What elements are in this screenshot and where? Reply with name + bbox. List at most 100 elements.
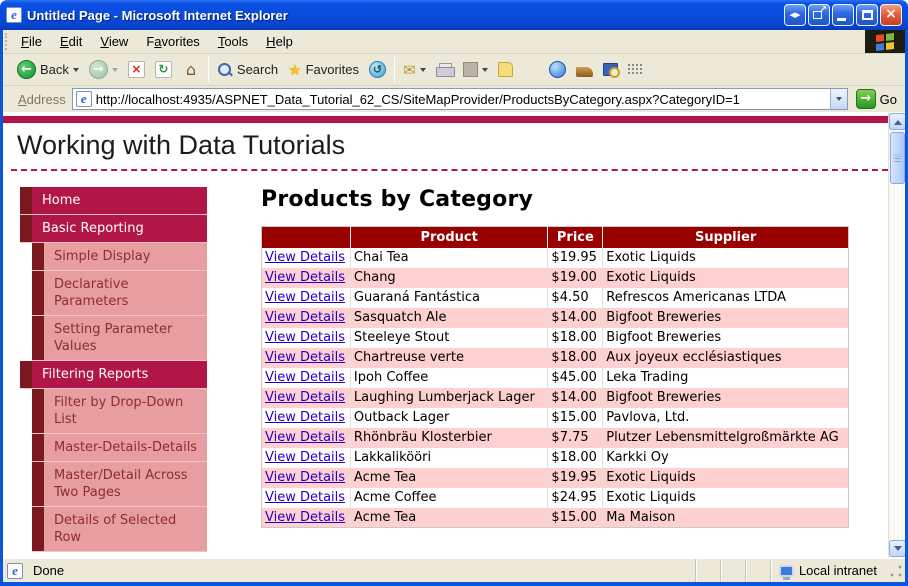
edit-dropdown-icon[interactable] — [481, 68, 488, 75]
view-details-link[interactable]: View Details — [265, 290, 345, 305]
status-pane — [744, 559, 770, 582]
view-details-link[interactable]: View Details — [265, 270, 345, 285]
main-column: Products by Category Product Price Supplie… — [261, 187, 849, 552]
menu-item-file[interactable]: File — [12, 32, 51, 51]
print-button[interactable] — [431, 61, 458, 79]
view-details-link[interactable]: View Details — [265, 510, 345, 525]
left-right-arrows-button[interactable]: ◂▸ — [784, 4, 806, 26]
maximize-button[interactable] — [856, 4, 878, 26]
edit-button[interactable] — [458, 60, 493, 79]
window-resize-grip[interactable] — [889, 563, 903, 578]
table-row: View Details Acme Tea $15.00 Ma Maison — [261, 507, 849, 528]
sidebar-item-label: Home — [32, 187, 207, 214]
menu-item-tools[interactable]: Tools — [209, 32, 257, 51]
view-details-cell: View Details — [261, 387, 351, 408]
sidebar-item-setting-parameter-values[interactable]: Setting Parameter Values — [32, 316, 207, 361]
title-bar[interactable]: e Untitled Page - Microsoft Internet Exp… — [0, 0, 908, 30]
sidebar-item-label: Declarative Parameters — [44, 271, 207, 315]
plugin-button[interactable] — [571, 61, 598, 79]
crimson-top-rule — [3, 116, 888, 123]
scroll-down-button[interactable] — [889, 540, 905, 557]
sidebar-item-accent — [32, 507, 44, 551]
back-button[interactable]: ← Back — [12, 58, 84, 81]
history-button[interactable]: ↺ — [364, 59, 391, 80]
product-cell: Steeleye Stout — [349, 327, 548, 348]
sidebar-item-details-of-selected-row[interactable]: Details of Selected Row — [32, 507, 207, 552]
view-details-link[interactable]: View Details — [265, 450, 345, 465]
menu-item-favorites[interactable]: Favorites — [137, 32, 208, 51]
url-input[interactable]: http://localhost:4935/ASPNET_Data_Tutori… — [96, 92, 830, 107]
minimize-button[interactable] — [832, 4, 854, 26]
sidebar-item-simple-display[interactable]: Simple Display — [32, 243, 207, 271]
menu-item-help[interactable]: Help — [257, 32, 302, 51]
scroll-up-button[interactable] — [889, 113, 905, 130]
go-button[interactable]: → Go — [852, 89, 901, 109]
research-book-icon — [602, 63, 620, 78]
status-text: Done — [33, 563, 65, 578]
view-details-link[interactable]: View Details — [265, 250, 345, 265]
sidebar-item-master-details-details[interactable]: Master-Details-Details — [32, 434, 207, 462]
view-details-cell: View Details — [261, 307, 351, 328]
view-details-cell: View Details — [261, 427, 351, 448]
two-column-layout: Home Basic Reporting Simple Display Declara… — [15, 187, 888, 552]
view-details-link[interactable]: View Details — [265, 390, 345, 405]
product-cell: Acme Coffee — [349, 487, 548, 508]
product-cell: Sasquatch Ale — [349, 307, 548, 328]
forward-button[interactable]: → — [84, 58, 123, 81]
stop-button[interactable]: × — [123, 59, 150, 80]
menu-item-view[interactable]: View — [91, 32, 137, 51]
sidebar-item-label: Filter by Drop-Down List — [44, 389, 207, 433]
sidebar-item-master-detail-across-two-pages[interactable]: Master/Detail Across Two Pages — [32, 462, 207, 507]
close-button[interactable]: × — [880, 4, 902, 26]
dotted-grid-icon — [627, 64, 643, 75]
sidebar-item-label: Setting Parameter Values — [44, 316, 207, 360]
address-dropdown-icon — [835, 97, 842, 104]
view-details-cell: View Details — [261, 347, 351, 368]
mail-icon: ✉ — [403, 60, 416, 79]
view-details-link[interactable]: View Details — [265, 490, 345, 505]
address-dropdown-button[interactable] — [829, 89, 847, 109]
product-cell: Chai Tea — [349, 247, 548, 268]
sidebar-item-accent — [32, 434, 44, 461]
mail-dropdown-icon[interactable] — [419, 68, 426, 75]
supplier-cell: Aux joyeux ecclésiastiques — [602, 347, 849, 368]
view-details-link[interactable]: View Details — [265, 310, 345, 325]
sidebar-item-declarative-parameters[interactable]: Declarative Parameters — [32, 271, 207, 316]
sidebar-item-basic-reporting[interactable]: Basic Reporting — [20, 215, 207, 243]
menu-item-edit[interactable]: Edit — [51, 32, 91, 51]
view-details-link[interactable]: View Details — [265, 470, 345, 485]
sidebar-item-label: Details of Selected Row — [44, 507, 207, 551]
home-button[interactable]: ⌂ — [177, 59, 205, 80]
window-popout-button[interactable]: ↗ — [808, 4, 830, 26]
vertical-scrollbar[interactable] — [888, 112, 905, 558]
view-details-link[interactable]: View Details — [265, 370, 345, 385]
favorites-button[interactable]: ★ Favorites — [283, 60, 364, 80]
menubar-drag-handle[interactable] — [5, 33, 10, 50]
table-row: View Details Chang $19.00 Exotic Liquids — [261, 267, 849, 288]
search-button[interactable]: Search — [212, 60, 283, 80]
view-details-link[interactable]: View Details — [265, 430, 345, 445]
address-field[interactable]: e http://localhost:4935/ASPNET_Data_Tuto… — [71, 88, 848, 110]
discuss-button[interactable] — [493, 60, 518, 79]
refresh-button[interactable]: ↻ — [150, 59, 177, 80]
sidebar-item-home[interactable]: Home — [20, 187, 207, 215]
scroll-up-icon — [893, 116, 902, 125]
view-details-link[interactable]: View Details — [265, 350, 345, 365]
messenger-button[interactable] — [544, 59, 571, 80]
view-details-link[interactable]: View Details — [265, 330, 345, 345]
sidebar-item-filtering-reports[interactable]: Filtering Reports — [20, 361, 207, 389]
view-details-link[interactable]: View Details — [265, 410, 345, 425]
product-cell: Acme Tea — [349, 507, 548, 528]
scrollbar-thumb[interactable] — [890, 132, 905, 184]
sidebar-item-filter-by-drop-down-list[interactable]: Filter by Drop-Down List — [32, 389, 207, 434]
research-button[interactable] — [598, 61, 623, 78]
view-details-cell: View Details — [261, 507, 351, 528]
toolbar-separator — [394, 57, 396, 82]
price-cell: $19.95 — [547, 467, 603, 488]
view-details-cell: View Details — [262, 408, 351, 428]
grid-tool-button[interactable] — [623, 62, 648, 77]
table-row: View Details Rhönbräu Klosterbier $7.75 Plu… — [261, 427, 849, 448]
back-dropdown-icon[interactable] — [72, 68, 79, 75]
mail-button[interactable]: ✉ — [398, 60, 431, 80]
status-pane — [719, 559, 745, 582]
